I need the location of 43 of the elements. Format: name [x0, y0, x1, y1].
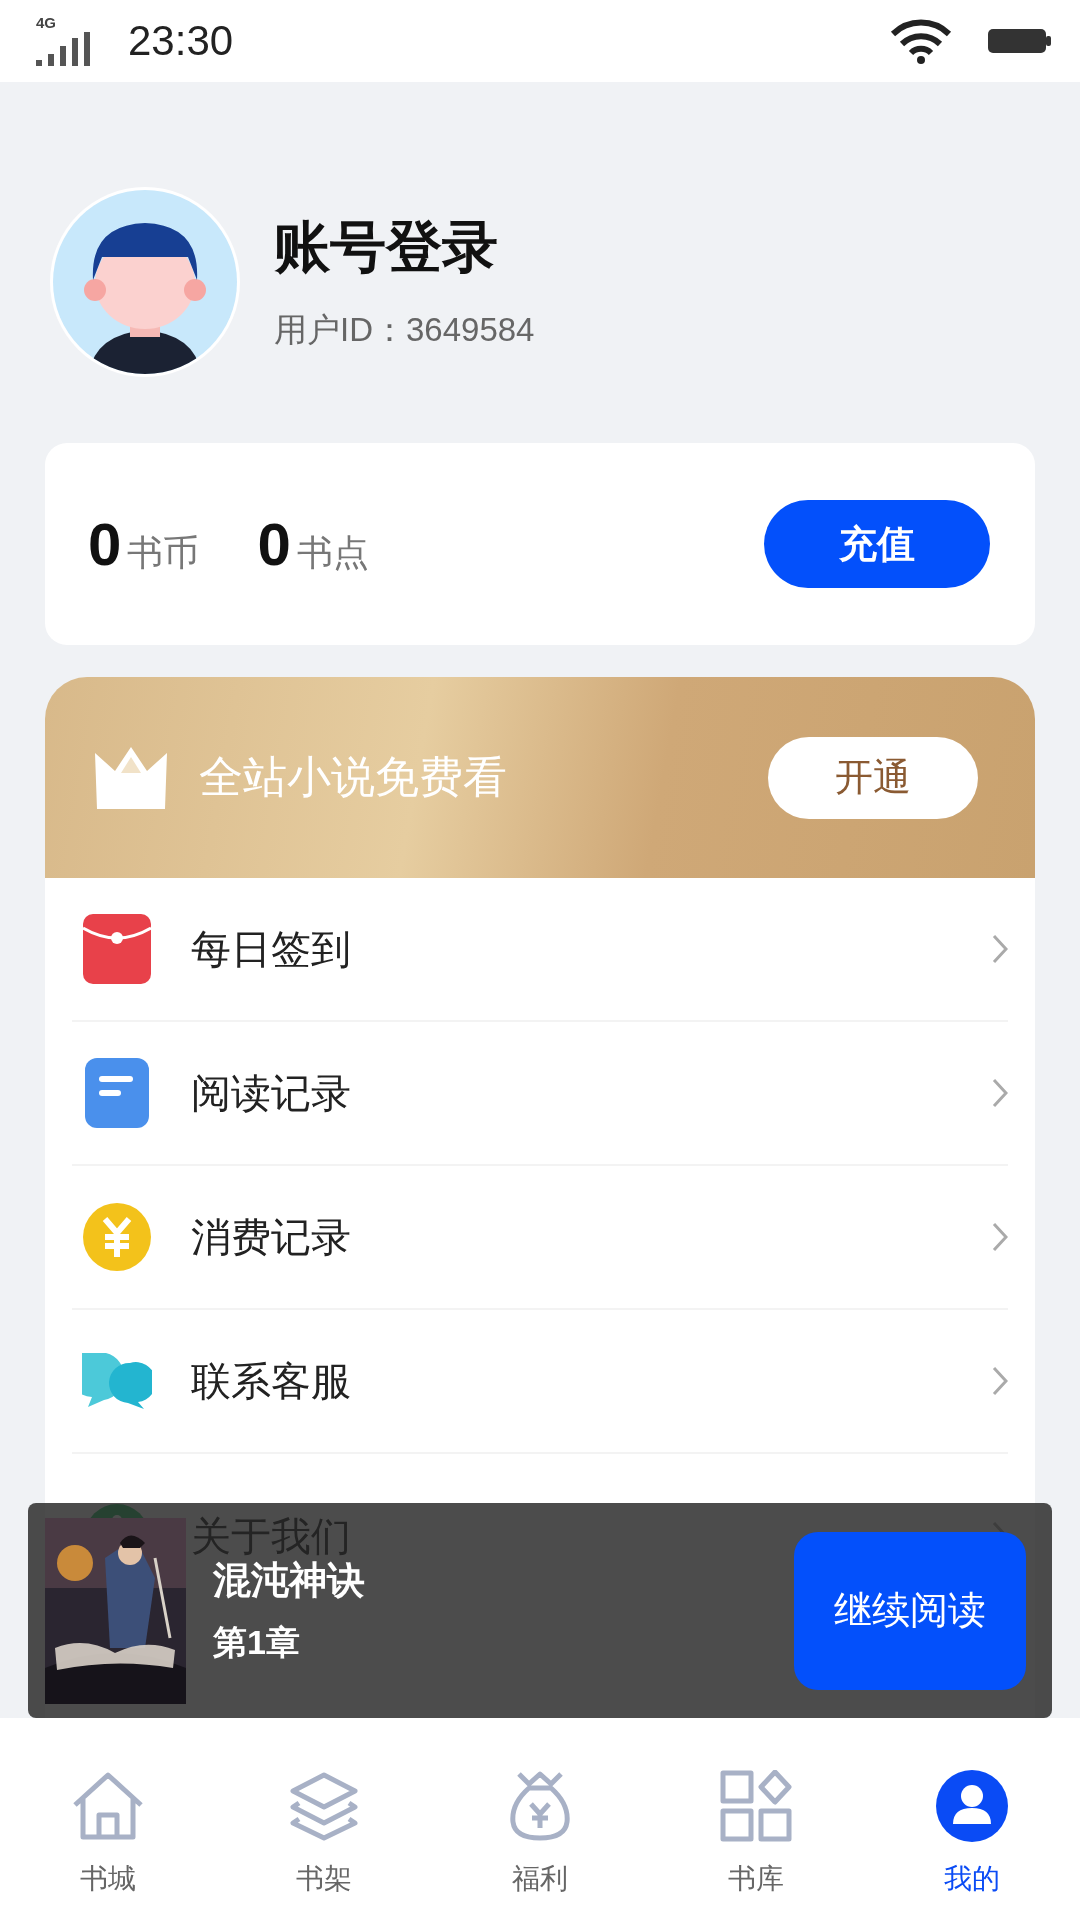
account-title[interactable]: 账号登录	[274, 210, 535, 286]
book-title: 混沌神诀	[213, 1558, 366, 1603]
vip-slogan: 全站小说免费看	[199, 751, 508, 803]
menu-label: 联系客服	[191, 1357, 352, 1405]
money-bag-icon	[507, 1770, 573, 1842]
tab-item[interactable]: 书架	[216, 1718, 432, 1920]
balance-unit: 书点	[296, 530, 369, 575]
menu-label: 每日签到	[191, 925, 352, 973]
grid-icon	[720, 1770, 792, 1842]
user-icon	[936, 1770, 1008, 1842]
chat-bubbles-icon	[82, 1353, 152, 1409]
continue-reading-button[interactable]: 继续阅读	[794, 1531, 1026, 1690]
chevron-icon	[992, 934, 1008, 964]
chevron-icon	[992, 1366, 1008, 1396]
layers-icon	[289, 1771, 359, 1841]
battery-icon	[988, 27, 1052, 55]
yen-coin-icon	[83, 1203, 151, 1271]
tab-item[interactable]: 福利	[432, 1718, 648, 1920]
activate-button[interactable]: 开通	[768, 736, 978, 819]
chapter-label: 第1章	[213, 1623, 300, 1661]
clock-time: 23:30	[128, 17, 234, 65]
menu-item[interactable]: 每日签到	[72, 878, 1008, 1022]
envelope-icon	[83, 914, 151, 984]
crown-icon	[95, 746, 167, 809]
menu-item[interactable]: 联系客服	[72, 1310, 1008, 1454]
menu-label: 消费记录	[191, 1213, 352, 1261]
home-icon	[71, 1771, 145, 1841]
network-label: 4G	[36, 14, 56, 31]
balance-unit: 书币	[127, 530, 200, 575]
balance-value: 0	[257, 509, 291, 579]
tab-item[interactable]: 书库	[648, 1718, 864, 1920]
menu-item[interactable]: 消费记录	[72, 1166, 1008, 1310]
menu-item[interactable]: 阅读记录	[72, 1022, 1008, 1166]
chevron-icon	[992, 1078, 1008, 1108]
tab-item[interactable]: 书城	[0, 1718, 216, 1920]
chevron-icon	[992, 1222, 1008, 1252]
tab-item[interactable]: 我的	[864, 1718, 1080, 1920]
wifi-icon	[890, 18, 952, 64]
document-icon	[85, 1058, 149, 1128]
user-id: 用户ID：3649584	[274, 311, 535, 348]
menu-label: 阅读记录	[191, 1069, 352, 1117]
balance-value: 0	[88, 509, 122, 579]
recharge-button[interactable]: 充值	[764, 500, 990, 588]
